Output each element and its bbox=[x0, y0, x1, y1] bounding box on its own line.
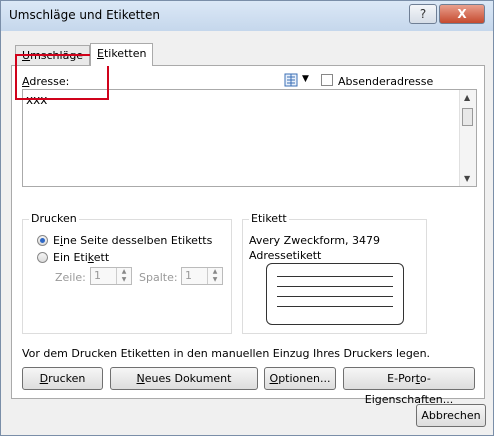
radio-single-label[interactable] bbox=[37, 252, 48, 263]
row-spinner[interactable]: 1 ▲ ▼ bbox=[90, 267, 132, 285]
print-group-title: Drucken bbox=[29, 212, 79, 225]
address-label-text: dresse: bbox=[29, 75, 70, 88]
chevron-down-icon[interactable]: ▼ bbox=[302, 74, 309, 84]
tab-envelopes-accel: U bbox=[22, 49, 31, 62]
address-label: Adresse: bbox=[22, 75, 69, 88]
label-preview-line bbox=[277, 296, 393, 297]
spinner-arrows-icon[interactable]: ▲ ▼ bbox=[207, 268, 222, 284]
eporto-prefix: E-Por bbox=[387, 372, 416, 385]
label-preview-line bbox=[277, 306, 393, 307]
tab-labels[interactable]: Etiketten bbox=[90, 43, 154, 66]
tab-envelopes[interactable]: Umschläge bbox=[15, 45, 91, 65]
row-label: Zeile: bbox=[55, 271, 86, 284]
close-button[interactable]: X bbox=[439, 4, 485, 24]
new-doc-accel: N bbox=[136, 372, 145, 385]
column-value: 1 bbox=[185, 269, 192, 282]
scroll-thumb[interactable] bbox=[462, 108, 473, 126]
label-group-title: Etikett bbox=[249, 212, 289, 225]
single-label-label: Ein Etikett bbox=[53, 251, 109, 264]
tab-labels-label: tiketten bbox=[103, 47, 147, 60]
full-page-label: Eine Seite desselben Etiketts bbox=[53, 234, 212, 247]
single-label-prefix: Ein Eti bbox=[53, 251, 88, 264]
sender-address-checkbox[interactable] bbox=[321, 74, 333, 86]
tab-labels-accel: E bbox=[97, 47, 104, 60]
eporto-properties-button[interactable]: E-Porto-Eigenschaften... bbox=[343, 367, 475, 406]
label-preview[interactable] bbox=[266, 263, 404, 325]
options-accel: O bbox=[269, 372, 279, 385]
options-button[interactable]: Optionen... bbox=[264, 367, 336, 390]
full-page-prefix: E bbox=[53, 234, 60, 247]
address-textarea[interactable]: xxx ▲ ▼ bbox=[22, 89, 477, 187]
new-doc-label: eues Dokument bbox=[144, 372, 232, 385]
tab-envelopes-label: mschläge bbox=[30, 49, 84, 62]
instruction-text: Vor dem Drucken Etiketten in den manuell… bbox=[22, 347, 431, 360]
new-document-button[interactable]: Neues Dokument bbox=[110, 367, 258, 390]
address-text: xxx bbox=[26, 93, 48, 107]
print-button[interactable]: Drucken bbox=[22, 367, 103, 390]
cancel-button[interactable]: Abbrechen bbox=[416, 404, 486, 427]
row-value: 1 bbox=[94, 269, 101, 282]
title-bar: Umschläge und Etiketten ? X bbox=[1, 1, 493, 31]
full-page-rest: ne Seite desselben Etiketts bbox=[63, 234, 213, 247]
sender-label-prefix: Absenderadresse bbox=[338, 75, 434, 88]
scroll-down-icon[interactable]: ▼ bbox=[464, 174, 470, 183]
column-spinner[interactable]: 1 ▲ ▼ bbox=[181, 267, 223, 285]
options-label: ptionen... bbox=[278, 372, 331, 385]
column-label: Spalte: bbox=[139, 271, 178, 284]
label-vendor[interactable]: Avery Zweckform, 3479 bbox=[249, 234, 380, 247]
radio-full-page[interactable] bbox=[37, 235, 48, 246]
label-preview-line bbox=[277, 286, 393, 287]
scroll-up-icon[interactable]: ▲ bbox=[464, 93, 470, 102]
help-button[interactable]: ? bbox=[409, 4, 437, 24]
print-accel: D bbox=[39, 372, 49, 385]
spinner-arrows-icon[interactable]: ▲ ▼ bbox=[116, 268, 131, 284]
single-label-rest: ett bbox=[93, 251, 110, 264]
dialog-title: Umschläge und Etiketten bbox=[9, 8, 160, 22]
address-book-icon[interactable] bbox=[284, 73, 298, 90]
envelopes-labels-dialog: Umschläge und Etiketten ? X Umschläge Et… bbox=[0, 0, 494, 436]
label-preview-line bbox=[277, 276, 393, 277]
address-scrollbar[interactable]: ▲ ▼ bbox=[459, 90, 476, 186]
print-label: rucken bbox=[48, 372, 86, 385]
label-type[interactable]: Adressetikett bbox=[249, 249, 321, 262]
